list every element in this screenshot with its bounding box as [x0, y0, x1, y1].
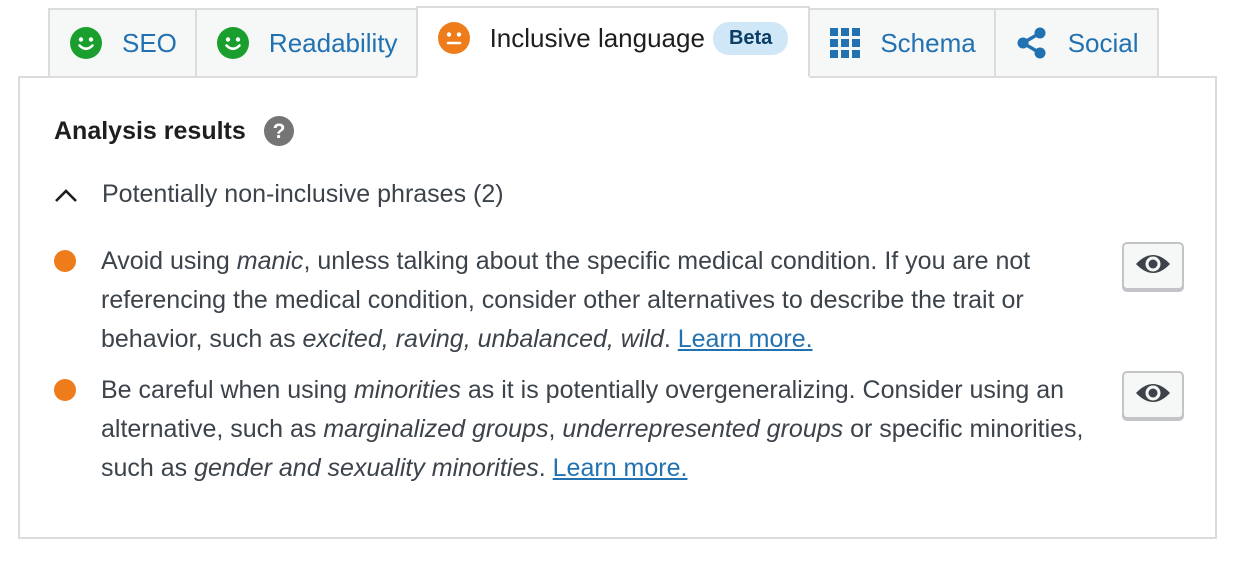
result-text: Be careful when using minorities as it i…	[101, 371, 1091, 488]
result-text-segment: .	[538, 454, 553, 482]
page-title: Analysis results	[54, 116, 246, 145]
highlight-eye-button[interactable]	[1122, 242, 1184, 290]
eye-icon	[1134, 251, 1172, 282]
analysis-results-heading: Analysis results ?	[54, 116, 294, 146]
smiley-neutral-icon	[437, 22, 470, 54]
beta-badge: Beta	[712, 21, 789, 55]
highlighted-term: marginalized groups	[323, 415, 549, 443]
analysis-panel: Analysis results ? Potentially non-inclu…	[18, 76, 1217, 539]
highlighted-term: minorities	[353, 376, 461, 404]
help-icon[interactable]: ?	[263, 116, 294, 146]
tab-readability[interactable]: Readability	[194, 8, 416, 78]
highlighted-term: manic	[236, 247, 304, 275]
analysis-tabs: SEO Readability Inclusive language Beta …	[48, 6, 1159, 78]
eye-icon	[1134, 380, 1172, 411]
learn-more-link[interactable]: Learn more.	[678, 325, 813, 353]
warning-status-bullet	[54, 250, 76, 272]
tab-inclusive-language-label: Inclusive language	[489, 22, 705, 53]
non-inclusive-phrases-toggle[interactable]: Potentially non-inclusive phrases (2)	[54, 180, 504, 209]
highlight-eye-button[interactable]	[1122, 371, 1184, 419]
smiley-good-icon	[216, 27, 249, 59]
share-icon	[1016, 27, 1048, 59]
warning-status-bullet	[54, 379, 76, 401]
highlighted-term: gender and sexuality minorities	[194, 454, 539, 482]
tab-social-label: Social	[1067, 27, 1139, 58]
smiley-good-icon	[70, 27, 102, 59]
result-item: Avoid using manic, unless talking about …	[54, 242, 1184, 359]
chevron-up-icon	[54, 187, 82, 203]
tab-social[interactable]: Social	[993, 8, 1159, 78]
grid-icon	[830, 28, 861, 58]
tab-readability-label: Readability	[268, 27, 398, 58]
highlighted-term: underrepresented groups	[562, 415, 844, 443]
tab-schema[interactable]: Schema	[810, 8, 994, 78]
result-text-segment: ,	[548, 415, 563, 443]
result-text-segment: Be careful when using	[101, 376, 354, 404]
tab-seo[interactable]: SEO	[48, 8, 195, 78]
tab-schema-label: Schema	[880, 27, 976, 58]
result-text-segment: Avoid using	[101, 247, 237, 275]
result-item: Be careful when using minorities as it i…	[54, 371, 1184, 488]
group-label: Potentially non-inclusive phrases (2)	[102, 180, 504, 208]
learn-more-link[interactable]: Learn more.	[553, 454, 688, 482]
highlighted-term: excited, raving, unbalanced, wild	[302, 325, 664, 353]
svg-text:?: ?	[272, 120, 285, 143]
result-text-segment: .	[663, 325, 678, 353]
result-text: Avoid using manic, unless talking about …	[101, 242, 1091, 359]
tab-inclusive-language[interactable]: Inclusive language Beta	[415, 6, 811, 78]
tab-seo-label: SEO	[122, 27, 177, 58]
